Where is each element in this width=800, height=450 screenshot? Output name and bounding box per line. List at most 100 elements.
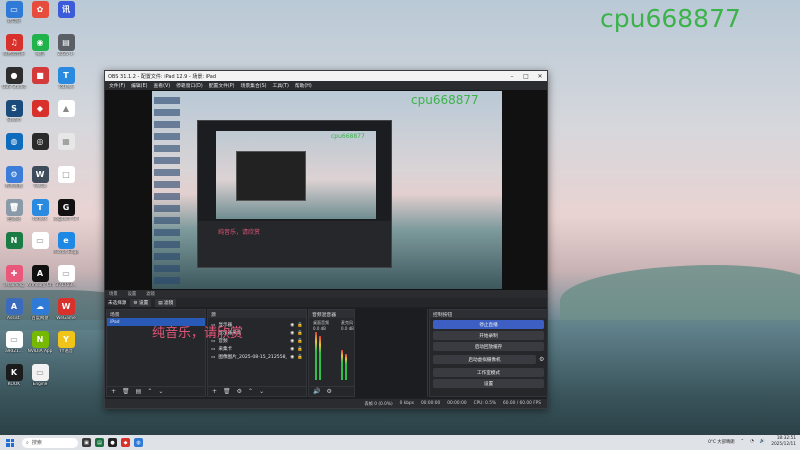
lock-icon[interactable]: 🔒 bbox=[297, 355, 303, 360]
desktop-icon[interactable]: ▲ bbox=[53, 100, 79, 118]
preview-tab-settings[interactable]: 设置 bbox=[128, 291, 137, 297]
desktop-icon[interactable]: N NVIDIA App bbox=[27, 331, 53, 354]
desktop-icon[interactable]: W WeGa bbox=[27, 166, 53, 189]
eye-icon[interactable]: ◉ bbox=[290, 347, 294, 352]
up-icon[interactable]: ⌃ bbox=[248, 388, 253, 395]
browser-taskbar-icon[interactable]: ◍ bbox=[134, 438, 143, 447]
eye-icon[interactable]: ◉ bbox=[290, 331, 294, 336]
desktop-icon[interactable]: Y YY语音 bbox=[53, 331, 79, 354]
desktop-icon[interactable]: 🗑 回收站 bbox=[1, 199, 27, 222]
add-icon[interactable]: + bbox=[212, 388, 217, 395]
add-icon[interactable]: + bbox=[111, 388, 116, 395]
source-filters-button[interactable]: ▤ 滤镜 bbox=[155, 298, 177, 307]
speaker-icon[interactable]: 🔊 bbox=[313, 388, 320, 395]
gear-icon[interactable]: ⚙ bbox=[539, 356, 547, 363]
lock-icon[interactable]: 🔒 bbox=[297, 331, 303, 336]
filter-icon[interactable]: ▤ bbox=[136, 388, 142, 395]
desktop-icon[interactable]: □ bbox=[53, 166, 79, 184]
source-item[interactable]: ▭ 采集卡 ◉ 🔒 bbox=[208, 345, 306, 353]
desktop-icon[interactable]: ◆ bbox=[27, 100, 53, 118]
lock-icon[interactable]: 🔒 bbox=[297, 323, 303, 328]
windows-start-icon[interactable] bbox=[6, 438, 14, 447]
desktop-icon-label: 2025-1- bbox=[57, 52, 75, 57]
desktop-icon[interactable]: ✿ bbox=[27, 1, 53, 19]
minimize-icon[interactable]: – bbox=[505, 73, 519, 80]
preview-tab-scene[interactable]: 场景 bbox=[109, 291, 118, 297]
desktop-icon[interactable]: K KOOK bbox=[1, 364, 27, 387]
obs-preview[interactable]: cpu668877 cpu668877 纯音乐，请欣赏 bbox=[105, 90, 547, 290]
maximize-icon[interactable]: □ bbox=[519, 73, 533, 80]
app-taskbar-icon[interactable]: ◆ bbox=[121, 438, 130, 447]
desktop-icon[interactable]: ◍ bbox=[1, 133, 27, 151]
start-virtual-camera-button[interactable]: 启动虚拟摄像机 bbox=[433, 355, 536, 364]
desktop-icon[interactable]: ✚ iMaoning bbox=[1, 265, 27, 288]
desktop-icon[interactable]: ▭ 此电脑 bbox=[1, 1, 27, 24]
desktop-icon[interactable]: W WeGame bbox=[53, 298, 79, 321]
gear-icon[interactable]: ⚙ bbox=[237, 388, 242, 395]
desktop-icon[interactable]: Ttodesk bbox=[27, 199, 53, 222]
down-icon[interactable]: ⌄ bbox=[158, 388, 163, 395]
desktop-icon[interactable]: ♫ 网易云音乐 bbox=[1, 34, 27, 57]
eye-icon[interactable]: ◉ bbox=[290, 339, 294, 344]
weather-widget[interactable]: 0°C 大部晴朗 bbox=[708, 439, 734, 445]
chevron-up-icon[interactable]: ⌃ bbox=[741, 439, 745, 444]
menu-profile[interactable]: 配置文件(P) bbox=[209, 82, 235, 89]
desktop-icon[interactable]: T ToDesk bbox=[53, 67, 79, 90]
file-explorer-icon[interactable]: ▤ bbox=[95, 438, 104, 447]
menu-tools[interactable]: 工具(T) bbox=[273, 82, 289, 89]
desktop-icon[interactable]: GLogitech G HUB bbox=[53, 199, 79, 222]
start-recording-button[interactable]: 开始录制 bbox=[433, 331, 544, 340]
obs-title-bar[interactable]: OBS 31.1.2 - 配置文件: iPad 12.9 - 场景: iPad … bbox=[105, 71, 547, 81]
network-icon[interactable]: ◔ bbox=[750, 439, 754, 444]
desktop-icon[interactable]: AArmoury Crate bbox=[27, 265, 53, 288]
studio-mode-button[interactable]: 工作室模式 bbox=[433, 368, 544, 377]
volume-icon[interactable]: 🔊 bbox=[760, 439, 765, 444]
desktop-icon[interactable]: 讯 bbox=[53, 1, 79, 19]
eye-icon[interactable]: ◉ bbox=[290, 323, 294, 328]
stop-streaming-button[interactable]: 停止直播 bbox=[433, 320, 544, 329]
menu-view[interactable]: 查看(V) bbox=[153, 82, 170, 89]
menu-file[interactable]: 文件(F) bbox=[109, 82, 125, 89]
eye-icon[interactable]: ◉ bbox=[290, 355, 294, 360]
desktop-icon[interactable]: ◎ bbox=[27, 133, 53, 151]
desktop-icon[interactable]: ■ bbox=[27, 67, 53, 85]
desktop-icon[interactable]: ▤ 2025-1- bbox=[53, 34, 79, 57]
gear-icon[interactable]: ⚙ bbox=[326, 388, 331, 395]
desktop-icon[interactable]: ▭ bbox=[27, 232, 53, 250]
desktop-icon[interactable]: ☁ 百度网盘 bbox=[27, 298, 53, 321]
up-icon[interactable]: ⌃ bbox=[147, 388, 152, 395]
desktop-icon[interactable]: ▭ 371753... bbox=[53, 265, 79, 288]
preview-tab-filters[interactable]: 滤镜 bbox=[146, 291, 155, 297]
close-icon[interactable]: ✕ bbox=[533, 73, 547, 80]
down-icon[interactable]: ⌄ bbox=[259, 388, 264, 395]
start-replay-buffer-button[interactable]: 启动回放缓存 bbox=[433, 342, 544, 351]
menu-edit[interactable]: 编辑(E) bbox=[131, 82, 147, 89]
desktop-icon[interactable]: ● OBS Studio bbox=[1, 67, 27, 90]
desktop-icon[interactable]: ▭ Engine bbox=[27, 364, 53, 387]
trash-icon[interactable]: 🗑 bbox=[223, 388, 231, 395]
desktop-icon[interactable]: A Assist. bbox=[1, 298, 27, 321]
lock-icon[interactable]: 🔒 bbox=[297, 339, 303, 344]
menu-docks[interactable]: 停靠窗口(D) bbox=[176, 82, 203, 89]
desktop-icon[interactable]: S Steam bbox=[1, 100, 27, 123]
desktop-icon[interactable]: ▦ bbox=[53, 133, 79, 151]
app-icon: 🗑 bbox=[5, 199, 23, 216]
lock-icon[interactable]: 🔒 bbox=[297, 347, 303, 352]
menu-help[interactable]: 帮助(H) bbox=[295, 82, 312, 89]
source-item[interactable]: ▭图像图片_2025-08-15_212558_175.png◉🔒 bbox=[208, 353, 306, 361]
desktop-icon[interactable]: ◉ 微信 bbox=[27, 34, 53, 57]
desktop-icon[interactable]: e Micros Edge bbox=[53, 232, 79, 255]
taskbar-search[interactable]: ⌕ 搜索 bbox=[22, 437, 78, 448]
taskbar-clock[interactable]: 18:32:51 2025/12/11 bbox=[771, 436, 796, 447]
settings-button[interactable]: 设置 bbox=[433, 379, 544, 388]
trash-icon[interactable]: 🗑 bbox=[122, 388, 130, 395]
fps: 60.00 / 60.00 FPS bbox=[503, 401, 541, 406]
source-settings-button[interactable]: ⚙ 设置 bbox=[130, 298, 152, 307]
task-view-icon[interactable]: ▣ bbox=[82, 438, 91, 447]
desktop-icon[interactable]: ▭ a9d21... bbox=[1, 331, 27, 354]
desktop-icon[interactable]: ⚙ 控制面板 bbox=[1, 166, 27, 189]
desktop-icon[interactable]: N bbox=[1, 232, 27, 250]
obs-window[interactable]: OBS 31.1.2 - 配置文件: iPad 12.9 - 场景: iPad … bbox=[104, 70, 548, 409]
menu-scene-collection[interactable]: 场景集合(S) bbox=[241, 82, 267, 89]
obs-taskbar-icon[interactable]: ● bbox=[108, 438, 117, 447]
